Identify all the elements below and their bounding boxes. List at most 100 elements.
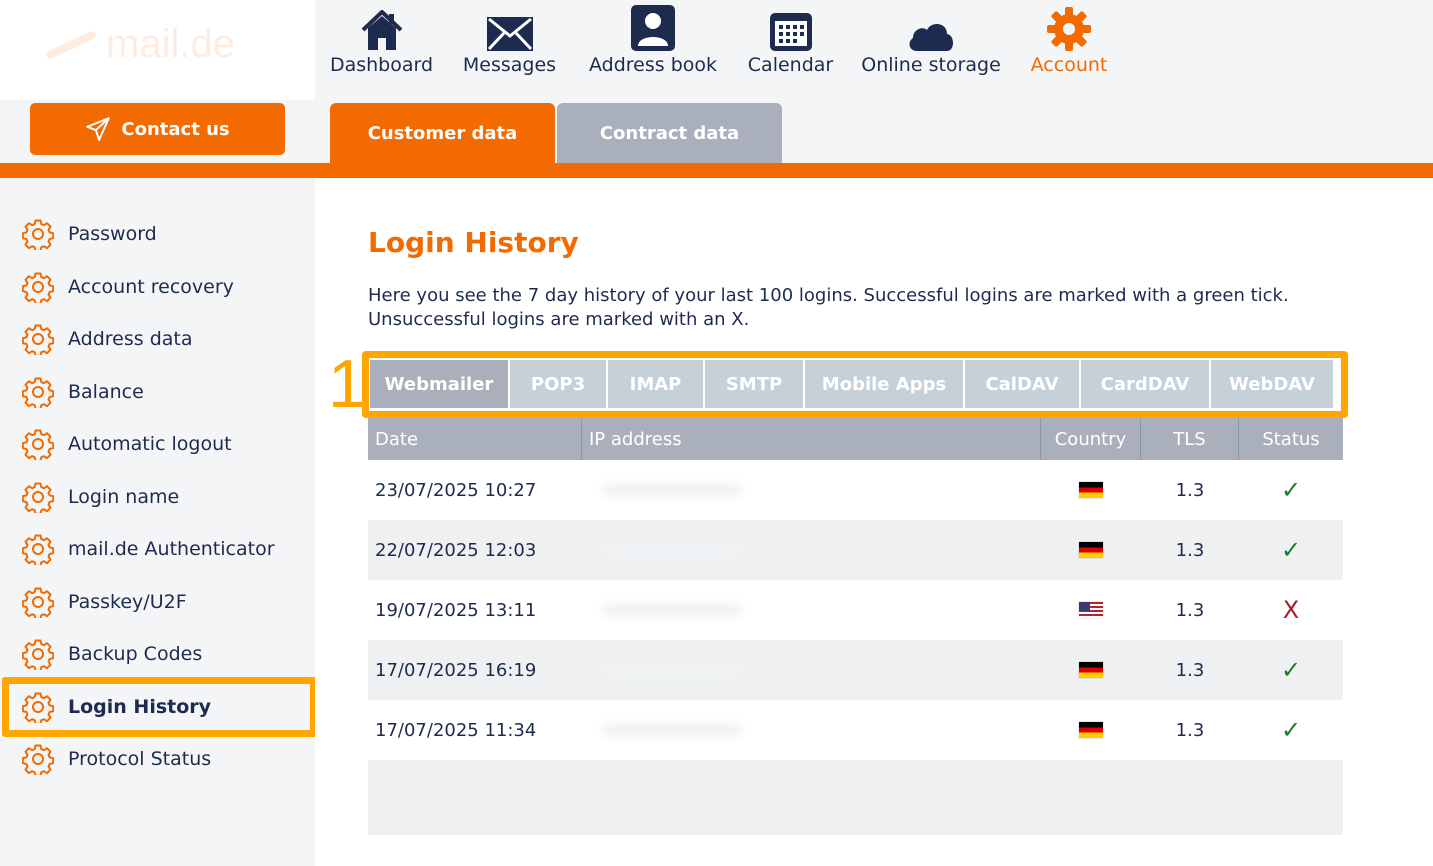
failure-x-icon: X [1282,596,1300,624]
logo-mark-icon [40,25,100,65]
tab-customer-data[interactable]: Customer data [330,103,555,163]
sidebar-item-backup-codes[interactable]: Backup Codes [22,636,202,672]
cell-date: 19/07/2025 13:11 [375,599,537,621]
nav-messages[interactable]: Messages [463,0,556,76]
gear-icon [22,218,54,250]
sidebar-item-label: Password [68,223,157,245]
cell-ip-address [582,700,1041,760]
cell-ip-address [582,520,1041,580]
sidebar-item-protocol-status[interactable]: Protocol Status [22,741,211,777]
sidebar-item-password[interactable]: Password [22,216,157,252]
table-row: 17/07/2025 16:19 1.3 ✓ [368,640,1343,700]
cell-ip-address [582,580,1041,640]
redacted-ip [602,483,742,497]
sidebar-item-label: Passkey/U2F [68,590,187,613]
sidebar-item-label: Backup Codes [68,643,203,665]
table-row: 22/07/2025 12:03 1.3 ✓ [368,520,1343,580]
cell-date: 22/07/2025 12:03 [375,539,537,561]
step-number: 1 [328,346,366,422]
calendar-icon [769,13,812,51]
cell-ip-address [582,460,1041,520]
redacted-ip [602,663,742,677]
cell-country [1041,520,1141,580]
cell-country [1041,640,1141,700]
table-empty-row [368,760,1343,835]
nav-account-label: Account [1030,54,1108,76]
sidebar-item-mail-de-authenticator[interactable]: mail.de Authenticator [22,531,275,567]
sidebar-item-automatic-logout[interactable]: Automatic logout [22,426,232,462]
nav-address-book-label: Address book [588,54,718,76]
login-history-table: Date IP address Country TLS Status 23/07… [368,418,1343,835]
cell-tls: 1.3 [1175,539,1205,561]
table-row: 17/07/2025 11:34 1.3 ✓ [368,700,1343,760]
highlight-box-protocol-tabs [362,351,1348,418]
cell-country [1041,700,1141,760]
col-status: Status [1262,428,1320,450]
gear-icon [22,376,54,408]
nav-online-storage[interactable]: Online storage [861,0,1001,76]
paper-plane-icon [86,117,111,141]
contact-us-button[interactable]: Contact us [30,103,285,155]
gear-icon [22,271,54,303]
table-row: 19/07/2025 13:11 1.3 X [368,580,1343,640]
cell-ip-address [582,640,1041,700]
flag-de-icon [1079,722,1103,738]
house-icon [361,10,402,50]
logo[interactable]: mail.de [40,22,235,67]
cell-date: 23/07/2025 10:27 [375,479,537,501]
logo-text: mail.de [106,22,235,66]
success-tick-icon: ✓ [1280,656,1302,684]
cell-country [1041,460,1141,520]
sidebar-item-passkey-u2f[interactable]: Passkey/U2F [22,584,187,620]
sidebar-item-balance[interactable]: Balance [22,374,144,410]
gear-icon [22,533,54,565]
redacted-ip [602,723,742,737]
flag-de-icon [1079,482,1103,498]
gear-icon [22,428,54,460]
col-country: Country [1041,418,1141,460]
sidebar-item-label: mail.de Authenticator [68,538,275,560]
gear-icon [22,586,54,618]
sidebar-item-address-data[interactable]: Address data [22,321,193,357]
page-description: Here you see the 7 day history of your l… [368,285,1289,330]
cell-tls: 1.3 [1175,479,1205,501]
table-row: 23/07/2025 10:27 1.3 ✓ [368,460,1343,520]
nav-address-book[interactable]: Address book [588,0,718,76]
success-tick-icon: ✓ [1280,716,1302,744]
redacted-ip [602,543,742,557]
nav-calendar-label: Calendar [747,54,834,76]
page-title: Login History [368,226,579,259]
gear-icon [22,481,54,513]
gear-icon [1047,7,1091,51]
flag-de-icon [1079,662,1103,678]
nav-dashboard-label: Dashboard [329,54,434,76]
sidebar-item-label: Balance [68,380,144,403]
table-header: Date IP address Country TLS Status [368,418,1343,460]
person-card-icon [631,5,675,51]
gear-icon [22,323,54,355]
nav-account[interactable]: Account [1030,0,1108,76]
sidebar-item-account-recovery[interactable]: Account recovery [22,269,234,305]
success-tick-icon: ✓ [1280,476,1302,504]
header-divider [0,163,1433,178]
nav-calendar[interactable]: Calendar [747,0,834,76]
nav-dashboard[interactable]: Dashboard [329,0,434,76]
cell-tls: 1.3 [1175,659,1205,681]
contact-us-label: Contact us [121,118,230,140]
nav-online-storage-label: Online storage [861,54,1001,76]
sidebar-item-label: Login name [68,485,180,508]
sidebar-item-label: Protocol Status [68,748,212,770]
col-date: Date [368,418,582,460]
sidebar-item-login-name[interactable]: Login name [22,479,179,515]
col-ip-address: IP address [582,418,1041,460]
success-tick-icon: ✓ [1280,536,1302,564]
col-tls: TLS [1141,418,1239,460]
gear-icon [22,638,54,670]
cell-date: 17/07/2025 16:19 [375,659,537,681]
cell-tls: 1.3 [1175,599,1205,621]
logo-area: mail.de [0,0,315,100]
sidebar-item-label: Account recovery [68,275,234,298]
table-body: 23/07/2025 10:27 1.3 ✓ 22/07/2025 12:03 1.3 ✓… [368,460,1343,760]
tab-contract-data[interactable]: Contract data [557,103,782,163]
redacted-ip [602,603,742,617]
